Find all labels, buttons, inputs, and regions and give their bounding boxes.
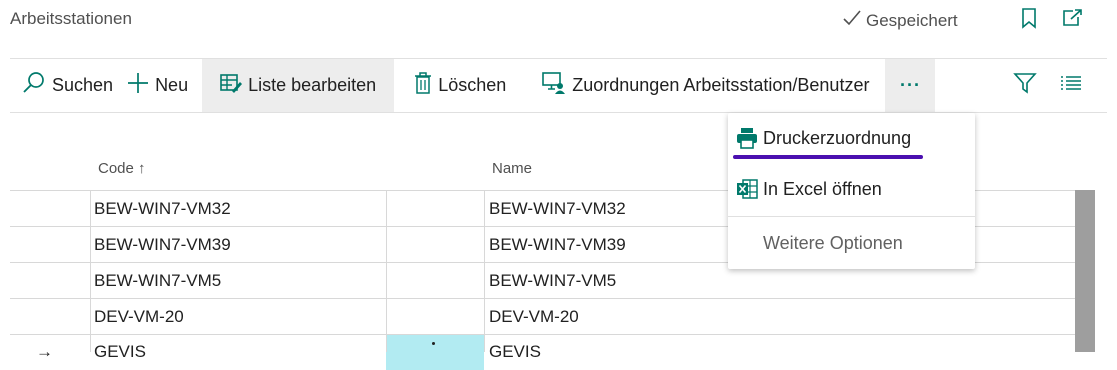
menu-item-label: In Excel öffnen [763, 179, 882, 199]
column-header-code[interactable]: Code ↑ [98, 160, 146, 177]
menu-item-open-in-excel[interactable]: In Excel öffnen [728, 176, 975, 206]
cell-code[interactable]: DEV-VM-20 [94, 299, 184, 334]
table-row[interactable]: → GEVIS GEVIS [10, 334, 1075, 370]
selected-cell[interactable] [386, 335, 484, 370]
delete-label: Löschen [438, 75, 507, 95]
menu-item-printer-assignment[interactable]: Druckerzuordnung [728, 125, 975, 155]
trash-icon [414, 72, 432, 99]
cell-name[interactable]: BEW-WIN7-VM32 [489, 191, 626, 226]
new-label: Neu [155, 75, 189, 95]
delete-button[interactable]: Löschen [394, 59, 520, 112]
column-header-name[interactable]: Name [492, 160, 532, 177]
checkmark-icon [842, 9, 862, 32]
cell-name[interactable]: BEW-WIN7-VM39 [489, 227, 626, 262]
menu-divider [728, 216, 975, 217]
menu-item-more-options[interactable]: Weitere Optionen [728, 230, 975, 260]
more-options-menu: Druckerzuordnung In Excel öffnen Weitere… [728, 113, 975, 269]
printer-icon [736, 127, 758, 154]
edit-list-label: Liste bearbeiten [248, 75, 377, 95]
page-title: Arbeitsstationen [10, 9, 132, 28]
open-new-window-icon[interactable] [1060, 6, 1084, 30]
cell-code[interactable]: BEW-WIN7-VM5 [94, 263, 221, 298]
vertical-scrollbar[interactable] [1075, 190, 1095, 352]
filter-button[interactable] [1013, 59, 1037, 112]
cell-code[interactable]: BEW-WIN7-VM39 [94, 227, 231, 262]
list-view-button[interactable] [1060, 59, 1082, 112]
focus-underline [733, 155, 923, 159]
menu-item-label: Druckerzuordnung [763, 128, 912, 148]
more-options-button[interactable]: ··· [885, 59, 936, 112]
list-view-icon [1060, 74, 1082, 97]
new-button[interactable]: Neu [127, 59, 202, 112]
grid-column-divider [484, 190, 485, 352]
plus-icon [127, 72, 149, 99]
grid-column-divider [90, 190, 91, 352]
edit-list-button[interactable]: Liste bearbeiten [202, 59, 395, 112]
cell-dot-icon [432, 342, 435, 345]
action-bar: Suchen Neu Liste bearbeiten Löschen Zuor… [10, 59, 1107, 112]
assignments-label: Zuordnungen Arbeitsstation/Benutzer [572, 75, 870, 95]
bookmark-icon[interactable] [1017, 6, 1041, 30]
saved-status: Gespeichert [842, 9, 958, 32]
excel-icon [736, 178, 758, 205]
search-label: Suchen [52, 75, 114, 95]
table-row[interactable]: DEV-VM-20 DEV-VM-20 [10, 298, 1075, 334]
search-button[interactable]: Suchen [10, 59, 127, 112]
cell-code[interactable]: BEW-WIN7-VM32 [94, 191, 231, 226]
filter-icon [1013, 72, 1037, 99]
search-icon [22, 71, 46, 100]
workstation-user-icon [542, 72, 566, 99]
edit-list-icon [220, 73, 243, 98]
workstation-user-assignments-button[interactable]: Zuordnungen Arbeitsstation/Benutzer [520, 59, 883, 112]
sort-ascending-icon: ↑ [138, 160, 146, 177]
grid-column-divider [386, 190, 387, 352]
menu-item-label: Weitere Optionen [763, 233, 903, 253]
cell-name[interactable]: BEW-WIN7-VM5 [489, 263, 616, 298]
cell-name[interactable]: DEV-VM-20 [489, 299, 579, 334]
column-header-code-label: Code [98, 160, 134, 177]
saved-label: Gespeichert [866, 10, 958, 30]
